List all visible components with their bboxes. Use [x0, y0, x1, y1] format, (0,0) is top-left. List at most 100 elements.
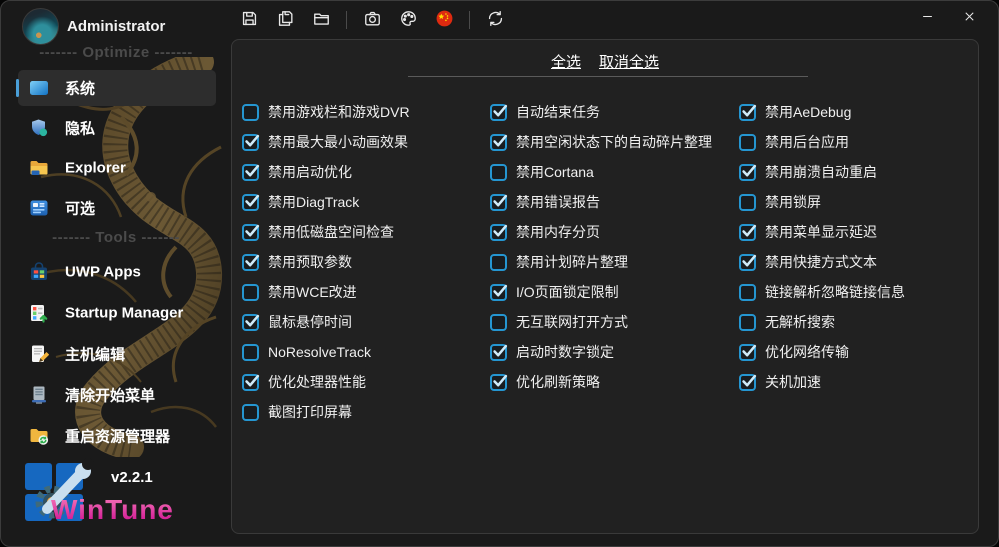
checkbox-item[interactable]: 启动时数字锁定 — [490, 337, 736, 367]
checkbox-checked[interactable] — [739, 344, 756, 361]
checkbox-item[interactable]: I/O页面锁定限制 — [490, 277, 736, 307]
checkbox-unchecked[interactable] — [242, 344, 259, 361]
checkbox-unchecked[interactable] — [490, 254, 507, 271]
sidebar-item-explorer[interactable]: Explorer — [1, 148, 231, 188]
checkbox-item[interactable]: 禁用AeDebug — [739, 97, 985, 127]
checkbox-item[interactable]: 禁用Cortana — [490, 157, 736, 187]
checkbox-label: 禁用DiagTrack — [268, 192, 359, 212]
checkbox-item[interactable]: 禁用快捷方式文本 — [739, 247, 985, 277]
open-folder-icon — [312, 9, 331, 31]
checkbox-unchecked[interactable] — [490, 314, 507, 331]
checkbox-label: 优化刷新策略 — [516, 372, 600, 392]
checkbox-checked[interactable] — [490, 374, 507, 391]
sidebar-item-label: 清除开始菜单 — [65, 384, 155, 405]
checkbox-label: 禁用菜单显示延迟 — [765, 222, 877, 242]
checkbox-checked[interactable] — [242, 314, 259, 331]
checkbox-item[interactable]: 优化刷新策略 — [490, 367, 736, 397]
checkbox-checked[interactable] — [242, 134, 259, 151]
open-folder-button[interactable] — [309, 8, 333, 32]
checkbox-item[interactable]: 无互联网打开方式 — [490, 307, 736, 337]
checkbox-unchecked[interactable] — [242, 404, 259, 421]
checkbox-item[interactable]: NoResolveTrack — [242, 337, 488, 367]
checkbox-checked[interactable] — [490, 194, 507, 211]
checkbox-checked[interactable] — [490, 224, 507, 241]
checkbox-checked[interactable] — [739, 374, 756, 391]
sidebar-item-label: UWP Apps — [65, 263, 141, 280]
language-china-button[interactable] — [432, 8, 456, 32]
sidebar-item-privacy[interactable]: 隐私 — [1, 108, 231, 148]
screenshot-button[interactable] — [360, 8, 384, 32]
checkbox-checked[interactable] — [242, 164, 259, 181]
checkbox-checked[interactable] — [490, 104, 507, 121]
sidebar-item-startup-manager[interactable]: Startup Manager — [1, 292, 231, 333]
checkbox-checked[interactable] — [490, 134, 507, 151]
checkbox-checked[interactable] — [490, 344, 507, 361]
section-label-tools: ------- Tools ------- — [1, 228, 231, 248]
checkbox-item[interactable]: 无解析搜索 — [739, 307, 985, 337]
sidebar-item-restart-explorer[interactable]: 重启资源管理器 — [1, 415, 231, 456]
sidebar-item-clear-start-menu[interactable]: 清除开始菜单 — [1, 374, 231, 415]
uwp-apps-icon — [29, 262, 49, 282]
deselect-all-link[interactable]: 取消全选 — [599, 51, 659, 72]
checkbox-item[interactable]: 禁用空闲状态下的自动碎片整理 — [490, 127, 736, 157]
checkbox-unchecked[interactable] — [739, 314, 756, 331]
checkbox-checked[interactable] — [739, 224, 756, 241]
checkbox-item[interactable]: 禁用内存分页 — [490, 217, 736, 247]
checkbox-item[interactable]: 禁用DiagTrack — [242, 187, 488, 217]
checkbox-checked[interactable] — [490, 284, 507, 301]
toolbar-divider — [469, 11, 470, 29]
checkbox-checked[interactable] — [739, 254, 756, 271]
checkbox-checked[interactable] — [242, 194, 259, 211]
checkbox-unchecked[interactable] — [242, 104, 259, 121]
close-button[interactable] — [948, 3, 990, 33]
checkbox-item[interactable]: 鼠标悬停时间 — [242, 307, 488, 337]
select-all-link[interactable]: 全选 — [551, 51, 581, 72]
checkbox-item[interactable]: 禁用预取参数 — [242, 247, 488, 277]
checkbox-checked[interactable] — [242, 374, 259, 391]
checkbox-item[interactable]: 禁用错误报告 — [490, 187, 736, 217]
checkbox-unchecked[interactable] — [490, 164, 507, 181]
sidebar-item-optional[interactable]: 可选 — [1, 188, 231, 228]
checkbox-item[interactable]: 禁用菜单显示延迟 — [739, 217, 985, 247]
checkbox-item[interactable]: 禁用锁屏 — [739, 187, 985, 217]
refresh-button[interactable] — [483, 8, 507, 32]
checkbox-label: 无互联网打开方式 — [516, 312, 628, 332]
header-divider — [408, 76, 808, 77]
sidebar-item-system[interactable]: 系统 — [1, 68, 231, 108]
checkbox-label: 关机加速 — [765, 372, 821, 392]
checkbox-item[interactable]: 优化网络传输 — [739, 337, 985, 367]
sidebar-item-hosts-edit[interactable]: 主机编辑 — [1, 333, 231, 374]
checkbox-label: 禁用后台应用 — [765, 132, 849, 152]
checkbox-checked[interactable] — [739, 164, 756, 181]
checkbox-item[interactable]: 禁用游戏栏和游戏DVR — [242, 97, 488, 127]
checkbox-checked[interactable] — [242, 224, 259, 241]
checkbox-checked[interactable] — [739, 104, 756, 121]
checkbox-item[interactable]: 禁用低磁盘空间检查 — [242, 217, 488, 247]
checkbox-item[interactable]: 禁用崩溃自动重启 — [739, 157, 985, 187]
checkbox-label: 截图打印屏幕 — [268, 402, 352, 422]
save-copy-button[interactable] — [273, 8, 297, 32]
checkbox-item[interactable]: 链接解析忽略链接信息 — [739, 277, 985, 307]
checkbox-unchecked[interactable] — [242, 284, 259, 301]
checkbox-item[interactable]: 禁用计划碎片整理 — [490, 247, 736, 277]
checkbox-item[interactable]: 关机加速 — [739, 367, 985, 397]
checkbox-item[interactable]: 优化处理器性能 — [242, 367, 488, 397]
checkbox-item[interactable]: 禁用最大最小动画效果 — [242, 127, 488, 157]
checkbox-item[interactable]: 禁用WCE改进 — [242, 277, 488, 307]
wintune-window: Administrator — [0, 0, 999, 547]
theme-palette-button[interactable] — [396, 8, 420, 32]
checkbox-item[interactable]: 自动结束任务 — [490, 97, 736, 127]
checkbox-checked[interactable] — [242, 254, 259, 271]
checkbox-item[interactable]: 禁用后台应用 — [739, 127, 985, 157]
minimize-button[interactable] — [906, 3, 948, 33]
checkbox-unchecked[interactable] — [739, 134, 756, 151]
checkbox-unchecked[interactable] — [739, 284, 756, 301]
checkbox-item[interactable]: 截图打印屏幕 — [242, 397, 488, 427]
save-button[interactable] — [237, 8, 261, 32]
checkbox-label: 禁用AeDebug — [765, 102, 851, 122]
sidebar-item-uwp-apps[interactable]: UWP Apps — [1, 251, 231, 292]
checkbox-item[interactable]: 禁用启动优化 — [242, 157, 488, 187]
sidebar-item-label: 隐私 — [65, 118, 95, 139]
checkbox-label: 禁用低磁盘空间检查 — [268, 222, 394, 242]
checkbox-unchecked[interactable] — [739, 194, 756, 211]
